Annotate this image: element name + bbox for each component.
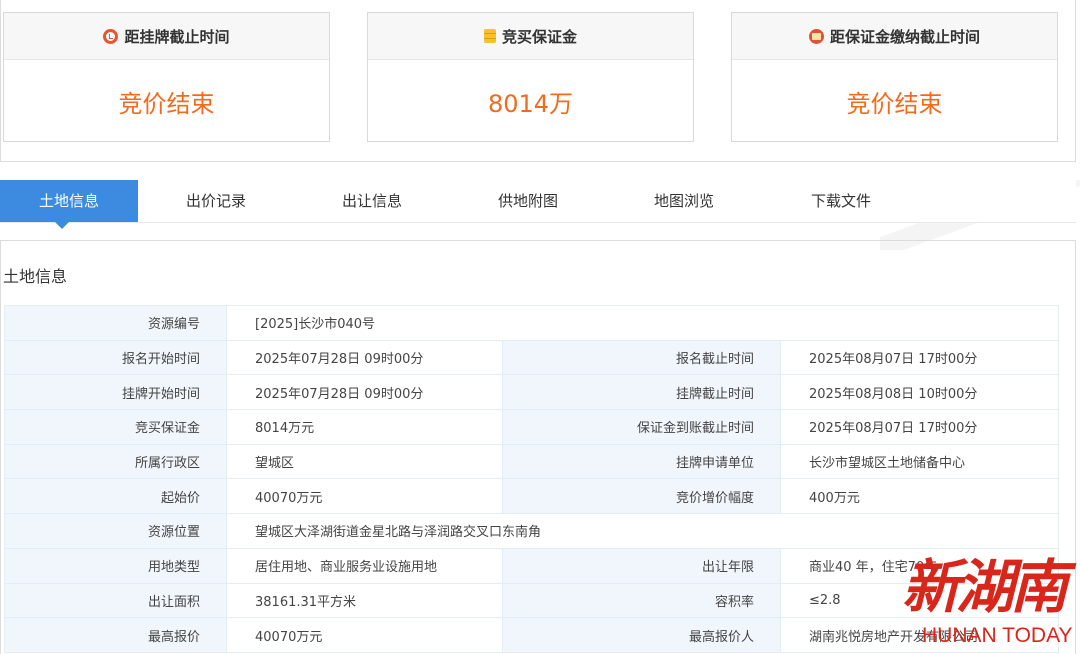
field-label: 挂牌截止时间 xyxy=(502,374,781,411)
field-label: 竞买保证金 xyxy=(4,409,227,445)
field-label: 报名截止时间 xyxy=(502,339,781,376)
field-value: 望城区 xyxy=(226,443,503,480)
field-value: 居住用地、商业服务业设施用地 xyxy=(226,547,503,584)
card-value: 竞价结束 xyxy=(118,89,215,118)
watermark-chinese: 新湖南 xyxy=(902,553,1068,621)
field-label: 出让年限 xyxy=(502,547,781,584)
field-value: 2025年08月07日 17时00分 xyxy=(779,409,1060,445)
field-value: 38161.31平方米 xyxy=(226,582,503,619)
table-row: 竞买保证金 8014万元 保证金到账截止时间 2025年08月07日 17时00… xyxy=(4,409,1060,445)
field-label: 挂牌申请单位 xyxy=(502,443,781,480)
card-header: 距保证金缴纳截止时间 xyxy=(732,13,1057,60)
hunan-today-watermark: 新湖南 HUNAN TODAY xyxy=(900,540,1080,654)
field-value: 2025年08月07日 17时00分 xyxy=(779,339,1060,376)
tab-bar: 土地信息 出价记录 出让信息 供地附图 地图浏览 下载文件 xyxy=(0,180,1076,229)
field-label: 资源位置 xyxy=(4,513,227,549)
card-header: 距挂牌截止时间 xyxy=(4,13,329,60)
field-label: 挂牌开始时间 xyxy=(4,374,227,411)
field-label: 最高报价 xyxy=(4,617,227,653)
listing-deadline-card: 距挂牌截止时间 竞价结束 xyxy=(3,12,330,142)
table-row: 起始价 40070万元 竞价增价幅度 400万元 xyxy=(4,478,1060,515)
field-value: 2025年08月08日 10时00分 xyxy=(779,374,1060,411)
field-value: 8014万元 xyxy=(226,409,503,445)
field-label: 保证金到账截止时间 xyxy=(502,409,781,445)
field-label: 最高报价人 xyxy=(502,617,781,653)
alarm-icon xyxy=(808,28,824,44)
table-row: 资源编号 [2025]长沙市040号 xyxy=(4,305,1060,341)
deposit-card: 竞买保证金 8014万 xyxy=(367,12,694,142)
field-label: 容积率 xyxy=(502,582,781,619)
tab-download-files[interactable]: 下载文件 xyxy=(772,180,910,222)
field-value: 2025年07月28日 09时00分 xyxy=(226,374,503,411)
field-value: 长沙市望城区土地储备中心 xyxy=(779,443,1060,480)
field-label: 出让面积 xyxy=(4,582,227,619)
coins-icon xyxy=(483,29,496,43)
table-row: 挂牌开始时间 2025年07月28日 09时00分 挂牌截止时间 2025年08… xyxy=(4,374,1060,411)
card-title: 距挂牌截止时间 xyxy=(124,27,230,46)
section-title: 土地信息 xyxy=(3,267,68,286)
card-header: 竞买保证金 xyxy=(368,13,693,60)
tab-supply-map[interactable]: 供地附图 xyxy=(459,180,597,222)
field-value: 40070万元 xyxy=(226,478,503,515)
field-value: 2025年07月28日 09时00分 xyxy=(226,339,503,376)
clock-icon xyxy=(103,28,119,44)
tab-bid-records[interactable]: 出价记录 xyxy=(147,180,285,222)
field-label: 竞价增价幅度 xyxy=(502,478,781,515)
card-title: 竞买保证金 xyxy=(501,27,577,46)
table-row: 报名开始时间 2025年07月28日 09时00分 报名截止时间 2025年08… xyxy=(4,339,1060,376)
field-value: [2025]长沙市040号 xyxy=(225,305,1060,341)
auction-status-panel: 距挂牌截止时间 竞价结束 竞买保证金 8014万 距保证金缴纳截止时间 竞价结束 xyxy=(0,0,1076,162)
field-label: 所属行政区 xyxy=(4,443,227,480)
field-label: 报名开始时间 xyxy=(4,339,227,376)
field-label: 用地类型 xyxy=(4,547,227,584)
watermark-english: HUNAN TODAY xyxy=(922,624,1073,647)
card-value: 8014万 xyxy=(487,89,574,118)
tab-map-browse[interactable]: 地图浏览 xyxy=(615,180,753,222)
tab-land-info[interactable]: 土地信息 xyxy=(0,180,138,229)
table-row: 所属行政区 望城区 挂牌申请单位 长沙市望城区土地储备中心 xyxy=(4,443,1060,480)
field-value: 400万元 xyxy=(779,478,1060,515)
field-label: 起始价 xyxy=(4,478,227,515)
field-value: 40070万元 xyxy=(226,617,503,653)
card-value: 竞价结束 xyxy=(846,89,943,118)
field-label: 资源编号 xyxy=(4,305,227,341)
card-title: 距保证金缴纳截止时间 xyxy=(829,27,980,46)
tab-transfer-info[interactable]: 出让信息 xyxy=(303,180,441,222)
deposit-deadline-card: 距保证金缴纳截止时间 竞价结束 xyxy=(731,12,1058,142)
